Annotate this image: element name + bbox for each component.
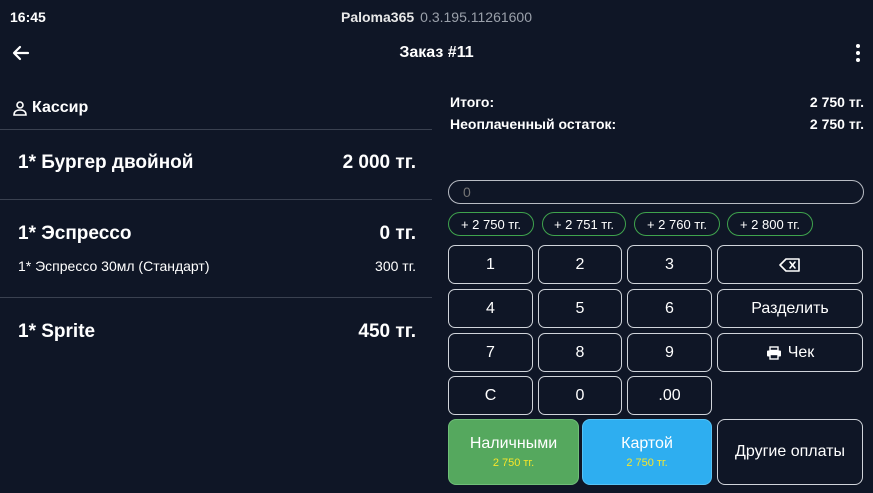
overflow-menu-button[interactable] bbox=[851, 42, 865, 64]
keypad-8[interactable]: 8 bbox=[538, 333, 622, 372]
keypad-6[interactable]: 6 bbox=[627, 289, 712, 328]
order-item-price: 2 000 тг. bbox=[342, 152, 416, 173]
total-label: Итого: bbox=[450, 94, 495, 110]
unpaid-label: Неоплаченный остаток: bbox=[450, 116, 617, 132]
pay-card-button[interactable]: Картой 2 750 тг. bbox=[582, 419, 712, 485]
order-item[interactable]: 1* Эспрессо 0 тг. 1* Эспрессо 30мл (Стан… bbox=[0, 200, 432, 298]
pay-card-amount: 2 750 тг. bbox=[626, 457, 668, 469]
order-item-name: 1* Эспрессо bbox=[18, 223, 132, 244]
order-item-name: 1* Бургер двойной bbox=[18, 152, 194, 173]
pay-card-label: Картой bbox=[621, 435, 673, 452]
pay-other-button[interactable]: Другие оплаты bbox=[717, 419, 863, 485]
more-vertical-icon bbox=[856, 44, 860, 62]
app-name: Paloma365 bbox=[340, 9, 415, 25]
app-version: 0.3.195.11261600 bbox=[420, 9, 533, 25]
order-item-modifier-name: 1* Эспрессо 30мл (Стандарт) bbox=[18, 258, 210, 274]
pay-cash-label: Наличными bbox=[469, 435, 558, 452]
unpaid-value: 2 750 тг. bbox=[809, 116, 864, 132]
total-row: Итого: 2 750 тг. bbox=[448, 90, 864, 112]
printer-icon bbox=[766, 345, 781, 360]
order-item[interactable]: 1* Sprite 450 тг. bbox=[0, 298, 432, 368]
keypad-7[interactable]: 7 bbox=[448, 333, 533, 372]
unpaid-row: Неоплаченный остаток: 2 750 тг. bbox=[448, 112, 864, 134]
cashier-header[interactable]: Кассир bbox=[0, 80, 432, 130]
person-icon bbox=[13, 101, 27, 116]
payment-summary: Итого: 2 750 тг. Неоплаченный остаток: 2… bbox=[448, 90, 864, 134]
receipt-label: Чек bbox=[787, 343, 815, 361]
quick-amount-chip[interactable]: + 2 750 тг. bbox=[448, 212, 534, 236]
order-item[interactable]: 1* Бургер двойной 2 000 тг. bbox=[0, 130, 432, 200]
keypad-4[interactable]: 4 bbox=[448, 289, 533, 328]
keypad-1[interactable]: 1 bbox=[448, 245, 533, 284]
keypad-2[interactable]: 2 bbox=[538, 245, 622, 284]
amount-input[interactable] bbox=[448, 180, 864, 204]
keypad-0[interactable]: 0 bbox=[538, 376, 622, 415]
quick-amount-chip[interactable]: + 2 751 тг. bbox=[542, 212, 626, 236]
toolbar: Заказ #11 bbox=[0, 34, 873, 74]
keypad-5[interactable]: 5 bbox=[538, 289, 622, 328]
pay-other-label: Другие оплаты bbox=[735, 443, 845, 460]
quick-amount-chip[interactable]: + 2 800 тг. bbox=[727, 212, 813, 236]
pay-cash-button[interactable]: Наличными 2 750 тг. bbox=[448, 419, 579, 485]
arrow-left-icon bbox=[12, 45, 30, 61]
total-value: 2 750 тг. bbox=[809, 94, 864, 110]
order-item-price: 0 тг. bbox=[379, 223, 416, 244]
back-button[interactable] bbox=[10, 42, 32, 64]
order-item-modifier-price: 300 тг. bbox=[375, 258, 416, 274]
backspace-button[interactable] bbox=[717, 245, 863, 284]
order-item-name: 1* Sprite bbox=[18, 321, 96, 342]
keypad-3[interactable]: 3 bbox=[627, 245, 712, 284]
split-button[interactable]: Разделить bbox=[717, 289, 863, 328]
backspace-icon bbox=[779, 257, 800, 272]
cashier-label: Кассир bbox=[32, 99, 89, 116]
status-app-info: Paloma365 0.3.195.11261600 bbox=[0, 9, 873, 25]
page-title: Заказ #11 bbox=[399, 44, 474, 61]
keypad-9[interactable]: 9 bbox=[627, 333, 712, 372]
keypad-clear[interactable]: C bbox=[448, 376, 533, 415]
order-panel: Кассир 1* Бургер двойной 2 000 тг. 1* Эс… bbox=[0, 80, 432, 368]
quick-amount-chip[interactable]: + 2 760 тг. bbox=[634, 212, 720, 236]
order-item-price: 450 тг. bbox=[358, 321, 416, 342]
keypad-decimal-00[interactable]: .00 bbox=[627, 376, 712, 415]
pay-cash-amount: 2 750 тг. bbox=[492, 457, 535, 469]
receipt-button[interactable]: Чек bbox=[717, 333, 863, 372]
status-bar: 16:45 Paloma365 0.3.195.11261600 bbox=[0, 0, 873, 34]
